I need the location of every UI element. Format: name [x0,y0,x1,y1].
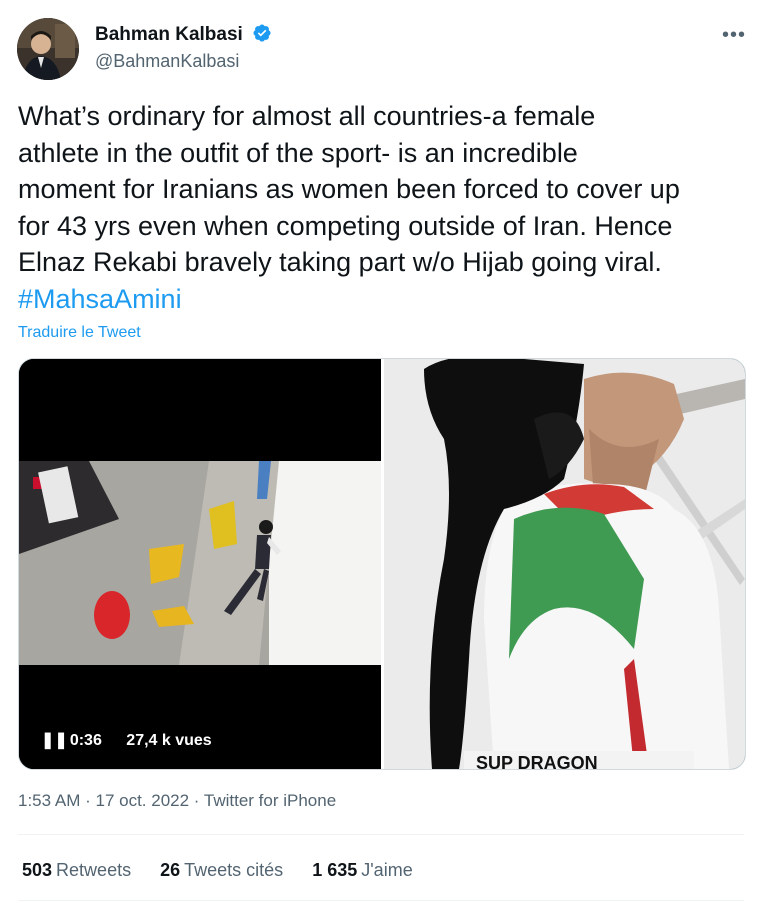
author-name-row[interactable]: Bahman Kalbasi [95,23,272,46]
author-name[interactable]: Bahman Kalbasi [95,24,243,45]
retweets-count: 503 [22,860,53,880]
pause-icon[interactable]: ❚❚ [41,732,68,749]
retweets-stat[interactable]: 503 Retweets [22,860,131,880]
tweet-timestamp: 1:53 AM · 17 oct. 2022 · Twitter for iPh… [18,791,336,811]
avatar-image [17,18,79,80]
more-options-button[interactable]: ••• [722,24,746,47]
svg-text:SUP DRAGON: SUP DRAGON [476,753,598,769]
athlete-photo: SUP DRAGON [384,359,745,769]
retweets-label: Retweets [56,860,132,880]
tweet-text-line: What’s ordinary for almost all countries… [18,101,596,131]
likes-label: J'aime [361,860,413,880]
author-handle[interactable]: @BahmanKalbasi [95,51,239,72]
tweet-date[interactable]: 17 oct. 2022 [95,791,189,810]
likes-count: 1 635 [312,860,358,880]
tweet-source-link[interactable]: Twitter for iPhone [204,791,336,810]
avatar[interactable] [17,18,79,80]
tweet-text: What’s ordinary for almost all countries… [18,98,748,317]
video-meta: ❚❚ 0:36 27,4 k vues [41,730,222,750]
likes-stat[interactable]: 1 635 J'aime [312,860,413,880]
quote-tweets-stat[interactable]: 26 Tweets cités [160,860,283,880]
separator: · [189,791,204,810]
tweet-text-line: for 43 yrs even when competing outside o… [18,210,673,241]
video-duration-group: ❚❚ 0:36 [41,732,112,749]
tweet-media[interactable]: ❚❚ 0:36 27,4 k vues SUP DRAGON [18,358,746,770]
video-thumbnail [19,359,381,769]
divider [18,834,744,835]
tweet-text-line: athlete in the outfit of the sport- is a… [18,137,578,168]
quote-tweets-label: Tweets cités [184,860,284,880]
verified-badge-icon [253,24,271,42]
video-player[interactable]: ❚❚ 0:36 27,4 k vues [19,359,381,769]
divider [18,900,744,901]
tweet-text-line: moment for Iranians as women been forced… [18,174,680,204]
hashtag-link[interactable]: #MahsaAmini [18,281,748,318]
tweet-photo[interactable]: SUP DRAGON [384,359,745,769]
more-horizontal-icon: ••• [722,24,747,46]
tweet-time[interactable]: 1:53 AM [18,791,80,810]
video-duration: 0:36 [69,732,102,749]
tweet-stats: 503 Retweets 26 Tweets cités 1 635 J'aime [22,860,437,881]
quote-tweets-count: 26 [160,860,181,880]
separator: · [80,791,96,810]
video-views: 27,4 k vues [126,732,212,749]
translate-tweet-link[interactable]: Traduire le Tweet [18,324,141,342]
tweet-text-line: Elnaz Rekabi bravely taking part w/o Hij… [18,247,662,277]
